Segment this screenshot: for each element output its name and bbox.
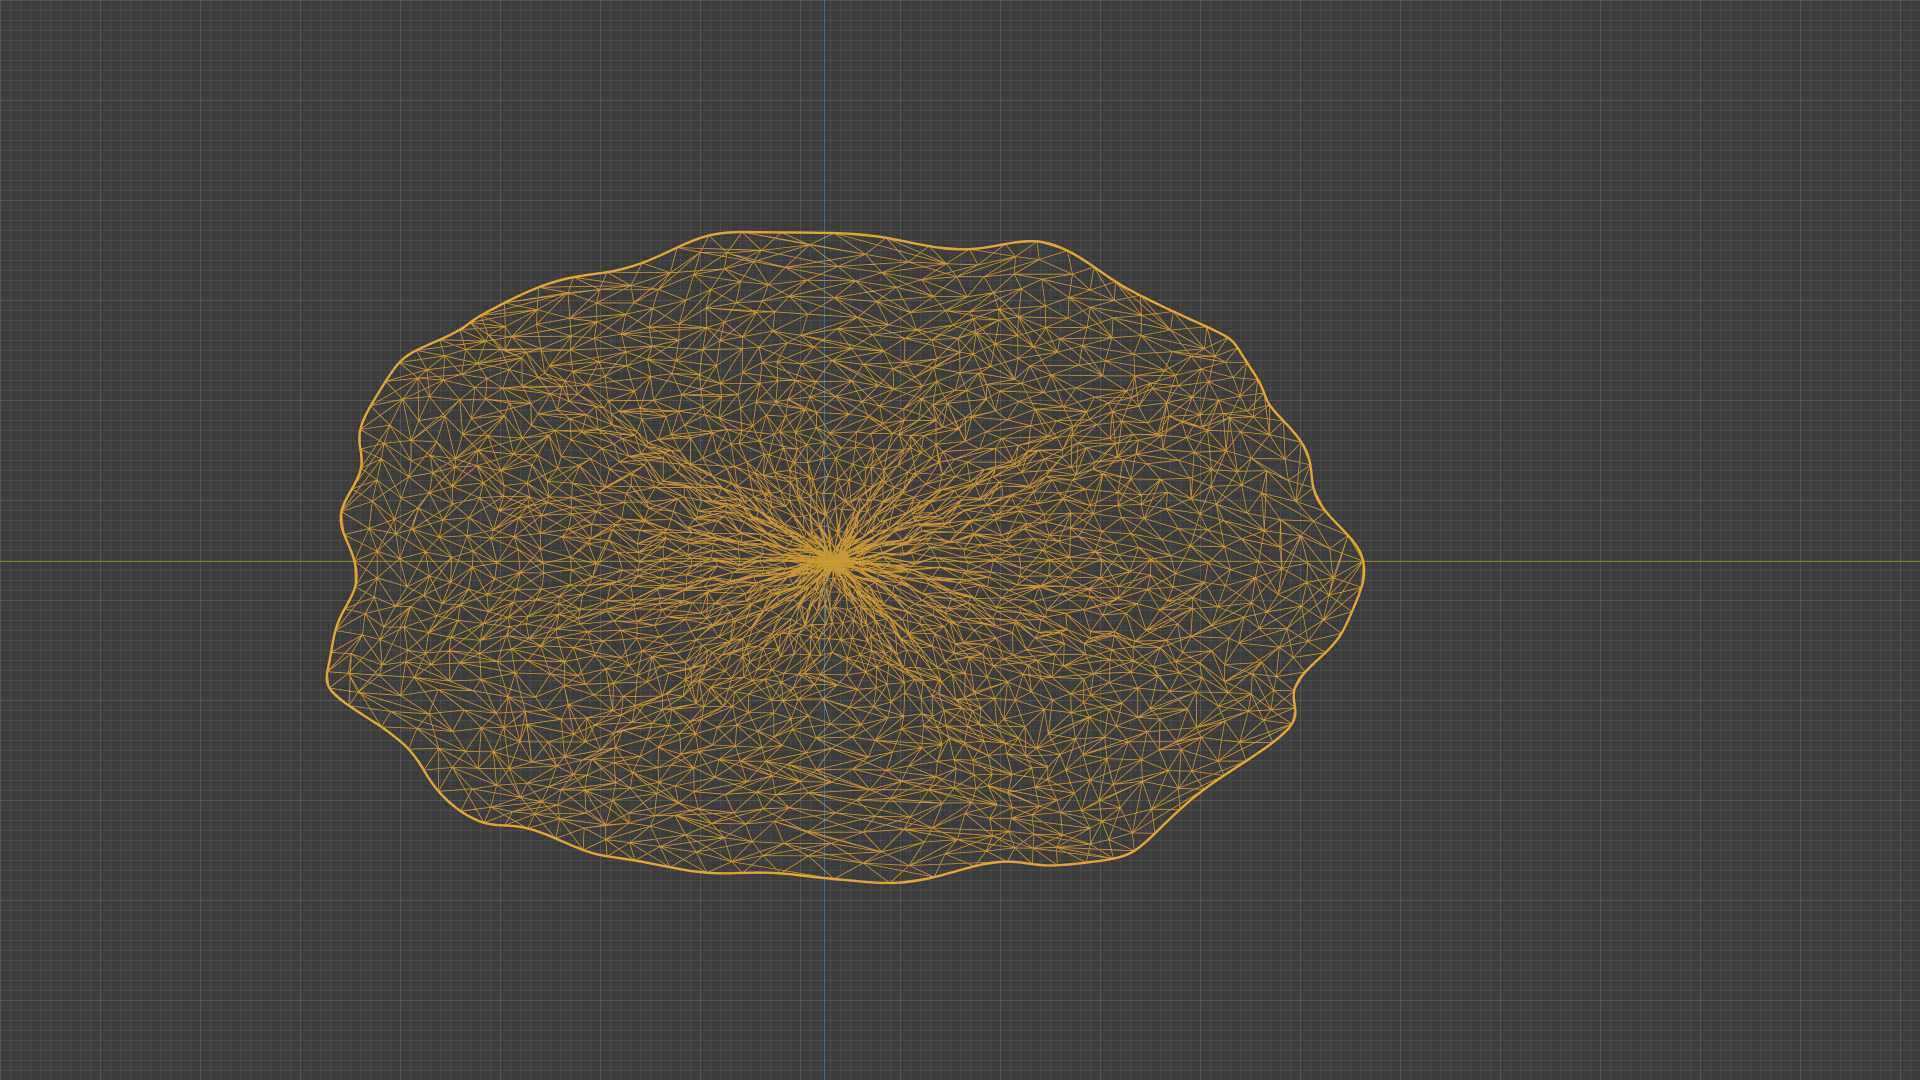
3d-viewport[interactable] (0, 0, 1920, 1080)
selected-mesh-wireframe[interactable] (0, 0, 1920, 1080)
